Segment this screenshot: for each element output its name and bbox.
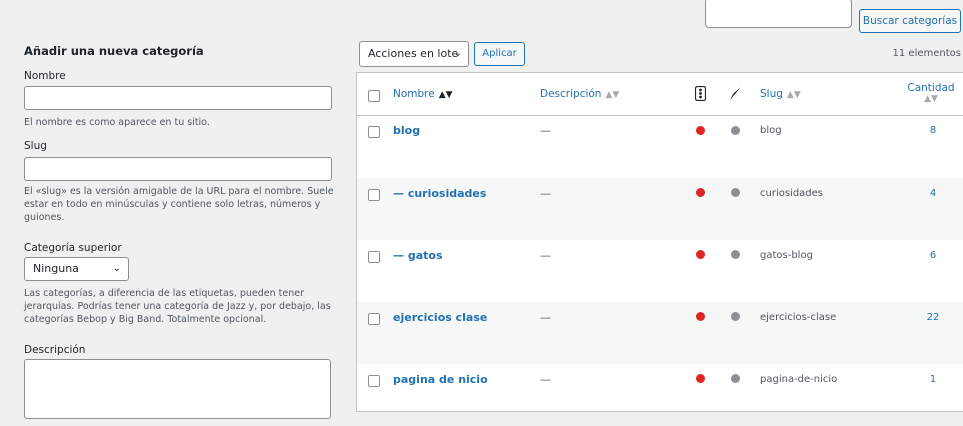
- status-red-dot: [696, 374, 705, 383]
- category-name-link[interactable]: blog: [393, 124, 420, 137]
- table-row: — curiosidades — curiosidades 4: [357, 178, 963, 240]
- category-count-link[interactable]: 1: [913, 374, 953, 385]
- parent-category-value: Ninguna: [33, 262, 79, 275]
- select-all-checkbox[interactable]: [368, 90, 380, 102]
- category-count-link[interactable]: 6: [913, 250, 953, 261]
- traffic-light-icon: [695, 86, 706, 101]
- sort-icon: ▲▼: [438, 90, 453, 100]
- parent-category-select[interactable]: Ninguna ⌄: [24, 257, 129, 281]
- column-name-label: Nombre: [393, 88, 435, 100]
- sort-icon: ▲▼: [786, 90, 801, 100]
- category-description: —: [540, 373, 551, 386]
- items-count: 11 elementos: [892, 48, 961, 59]
- column-slug-label: Slug: [760, 88, 783, 100]
- apply-button[interactable]: Aplicar: [474, 42, 525, 66]
- table-header: Nombre ▲▼ Descripción ▲▼ Slug ▲▼ Cantidad ▲…: [357, 73, 963, 116]
- status-grey-dot: [731, 188, 740, 197]
- categories-table: Nombre ▲▼ Descripción ▲▼ Slug ▲▼ Cantidad ▲…: [356, 72, 963, 412]
- name-input[interactable]: [24, 86, 332, 110]
- category-description: —: [540, 311, 551, 324]
- category-name-link[interactable]: — curiosidades: [393, 187, 486, 200]
- parent-help-text: Las categorías, a diferencia de las etiq…: [24, 288, 331, 325]
- feather-icon: [730, 87, 741, 100]
- column-count-header[interactable]: Cantidad ▲▼: [905, 82, 957, 104]
- description-textarea[interactable]: [24, 359, 331, 419]
- category-name-link[interactable]: — gatos: [393, 249, 443, 262]
- category-slug: curiosidades: [760, 188, 824, 199]
- category-count-link[interactable]: 22: [913, 312, 953, 323]
- category-count-link[interactable]: 4: [913, 188, 953, 199]
- parent-category-label: Categoría superior: [24, 242, 122, 254]
- bulk-actions-select[interactable]: Acciones en lote ⌄: [359, 41, 469, 67]
- name-help-text: El nombre es como aparece en tu sitio.: [24, 117, 210, 128]
- category-count-link[interactable]: 8: [913, 125, 953, 136]
- status-red-dot: [696, 188, 705, 197]
- column-name-header[interactable]: Nombre ▲▼: [393, 88, 453, 100]
- column-description-label: Descripción: [540, 88, 602, 100]
- chevron-down-icon: ⌄: [453, 48, 462, 59]
- column-slug-header[interactable]: Slug ▲▼: [760, 88, 801, 100]
- table-row: ejercicios clase — ejercicios-clase 22: [357, 302, 963, 364]
- status-grey-dot: [731, 126, 740, 135]
- row-checkbox[interactable]: [368, 126, 380, 138]
- status-grey-dot: [731, 250, 740, 259]
- chevron-down-icon: ⌄: [112, 263, 121, 274]
- category-slug: blog: [760, 125, 782, 136]
- status-red-dot: [696, 250, 705, 259]
- category-slug: pagina-de-nicio: [760, 374, 838, 385]
- search-categories-input[interactable]: [705, 0, 852, 28]
- row-checkbox[interactable]: [368, 251, 380, 263]
- status-grey-dot: [731, 374, 740, 383]
- column-description-header[interactable]: Descripción ▲▼: [540, 88, 619, 100]
- bulk-actions-value: Acciones en lote: [368, 47, 459, 60]
- slug-label: Slug: [24, 140, 47, 152]
- slug-input[interactable]: [24, 157, 332, 181]
- status-red-dot: [696, 312, 705, 321]
- category-slug: gatos-blog: [760, 250, 813, 261]
- description-label: Descripción: [24, 344, 86, 356]
- status-red-dot: [696, 126, 705, 135]
- table-row: — gatos — gatos-blog 6: [357, 240, 963, 302]
- table-row: blog — blog 8: [357, 116, 963, 178]
- column-count-label: Cantidad: [907, 82, 955, 94]
- add-category-title: Añadir una nueva categoría: [24, 44, 204, 58]
- category-description: —: [540, 124, 551, 137]
- row-checkbox[interactable]: [368, 313, 380, 325]
- status-grey-dot: [731, 312, 740, 321]
- category-description: —: [540, 249, 551, 262]
- sort-icon: ▲▼: [924, 94, 938, 104]
- slug-help-text: El «slug» es la versión amigable de la U…: [24, 186, 334, 223]
- category-slug: ejercicios-clase: [760, 312, 837, 323]
- row-checkbox[interactable]: [368, 375, 380, 387]
- name-label: Nombre: [24, 70, 66, 82]
- search-categories-button[interactable]: Buscar categorías: [859, 9, 961, 33]
- category-description: —: [540, 187, 551, 200]
- sort-icon: ▲▼: [605, 90, 620, 100]
- table-row: pagina de nicio — pagina-de-nicio 1: [357, 364, 963, 426]
- category-name-link[interactable]: ejercicios clase: [393, 311, 487, 324]
- category-name-link[interactable]: pagina de nicio: [393, 373, 488, 386]
- row-checkbox[interactable]: [368, 189, 380, 201]
